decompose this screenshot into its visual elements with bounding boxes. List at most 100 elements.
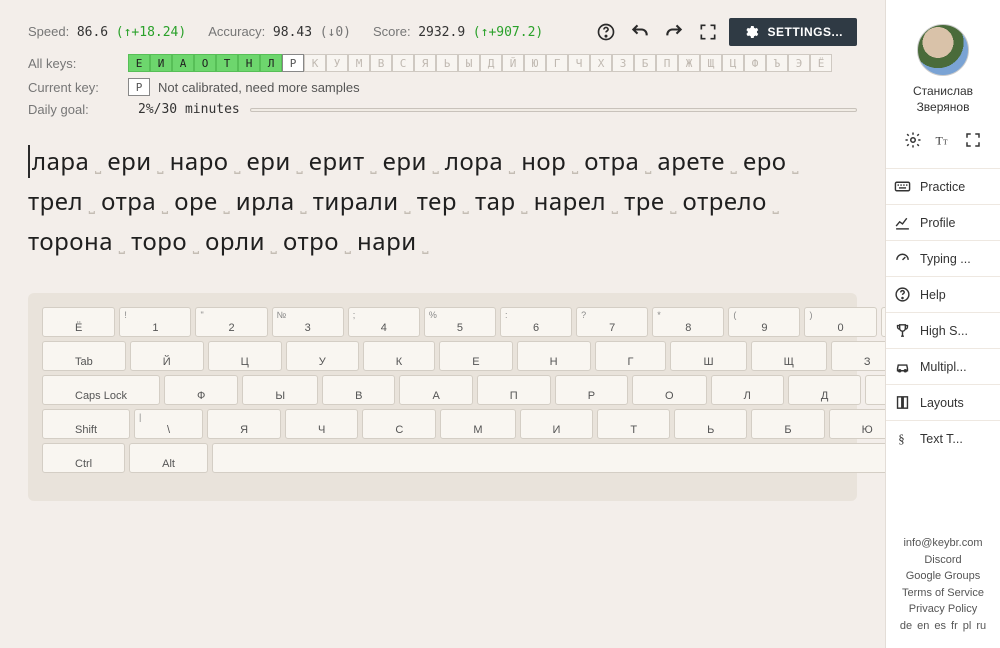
key: Д xyxy=(788,375,861,405)
key-Я[interactable]: Я xyxy=(414,54,436,72)
key: Е xyxy=(439,341,512,371)
score-metric: Score: 2932.9 (↑+907.2) xyxy=(373,24,543,40)
key: Ы xyxy=(242,375,318,405)
key: М xyxy=(440,409,515,439)
gear-icon xyxy=(743,24,759,40)
redo-icon[interactable] xyxy=(661,19,687,45)
key-Х[interactable]: Х xyxy=(590,54,612,72)
key: |\ xyxy=(134,409,203,439)
footer-email[interactable]: info@keybr.com xyxy=(900,535,986,552)
key-М[interactable]: М xyxy=(348,54,370,72)
key: И xyxy=(520,409,594,439)
key-Й[interactable]: Й xyxy=(502,54,524,72)
currentkey-box: Р xyxy=(128,78,150,96)
textsize-icon[interactable]: TT xyxy=(934,131,952,154)
dailygoal-progress xyxy=(250,108,857,112)
key: В xyxy=(322,375,395,405)
key-Ы[interactable]: Ы xyxy=(458,54,480,72)
key-Ь[interactable]: Ь xyxy=(436,54,458,72)
undo-icon[interactable] xyxy=(627,19,653,45)
key: Caps Lock xyxy=(42,375,160,405)
key-Ц[interactable]: Ц xyxy=(722,54,744,72)
fullscreen-icon[interactable] xyxy=(695,19,721,45)
key: А xyxy=(399,375,472,405)
settings-button[interactable]: SETTINGS... xyxy=(729,18,857,46)
key-К[interactable]: К xyxy=(304,54,326,72)
key: Ь xyxy=(674,409,747,439)
key: Tab xyxy=(42,341,126,371)
key: Б xyxy=(751,409,824,439)
key: Й xyxy=(130,341,204,371)
nav-car[interactable]: Multipl... xyxy=(886,348,1000,384)
accuracy-metric: Accuracy: 98.43 (↓0) xyxy=(208,24,351,40)
key-Ъ[interactable]: Ъ xyxy=(766,54,788,72)
key: Н xyxy=(517,341,591,371)
currentkey-message: Not calibrated, need more samples xyxy=(158,80,360,95)
key-Ж[interactable]: Ж xyxy=(678,54,700,72)
nav-trophy[interactable]: High S... xyxy=(886,312,1000,348)
nav-keyboard[interactable]: Practice xyxy=(886,168,1000,204)
key: "2 xyxy=(195,307,267,337)
speed-metric: Speed: 86.6 (↑+18.24) xyxy=(28,24,186,40)
virtual-keyboard: Ё!1"2№3;4%5:6?7*8(9)0_-+=BackspaceTabЙЦУ… xyxy=(28,293,857,501)
key-Ч[interactable]: Ч xyxy=(568,54,590,72)
key-А[interactable]: А xyxy=(172,54,194,72)
key: К xyxy=(363,341,435,371)
key-Е[interactable]: Е xyxy=(128,54,150,72)
key: Щ xyxy=(751,341,827,371)
key-Б[interactable]: Б xyxy=(634,54,656,72)
avatar[interactable] xyxy=(917,24,969,76)
key-И[interactable]: И xyxy=(150,54,172,72)
key-Г[interactable]: Г xyxy=(546,54,568,72)
key: Т xyxy=(597,409,670,439)
key-Ё[interactable]: Ё xyxy=(810,54,832,72)
svg-text:T: T xyxy=(943,138,948,147)
key: З xyxy=(831,341,885,371)
key-Э[interactable]: Э xyxy=(788,54,810,72)
nav-help[interactable]: Help xyxy=(886,276,1000,312)
key-Л[interactable]: Л xyxy=(260,54,282,72)
key: О xyxy=(632,375,707,405)
key: *8 xyxy=(652,307,724,337)
key-В[interactable]: В xyxy=(370,54,392,72)
key: Ш xyxy=(670,341,746,371)
key-Н[interactable]: Н xyxy=(238,54,260,72)
practice-text[interactable]: лараеринароериеритерилораноротрааретееро… xyxy=(28,143,857,263)
expand-icon[interactable] xyxy=(964,131,982,154)
key-Щ[interactable]: Щ xyxy=(700,54,722,72)
nav-chart[interactable]: Profile xyxy=(886,204,1000,240)
key: Ctrl xyxy=(42,443,125,473)
key-П[interactable]: П xyxy=(656,54,678,72)
nav-gauge[interactable]: Typing ... xyxy=(886,240,1000,276)
key-Д[interactable]: Д xyxy=(480,54,502,72)
key: Ж xyxy=(865,375,885,405)
key: Shift xyxy=(42,409,130,439)
svg-text:§: § xyxy=(898,432,904,446)
key: Ч xyxy=(285,409,358,439)
key: С xyxy=(362,409,436,439)
dailygoal-value: 2%/30 minutes xyxy=(138,102,240,117)
key: Г xyxy=(595,341,667,371)
key: Ё xyxy=(42,307,115,337)
key: )0 xyxy=(804,307,876,337)
key-Т[interactable]: Т xyxy=(216,54,238,72)
key: Alt xyxy=(129,443,208,473)
nav-section[interactable]: §Text T... xyxy=(886,420,1000,456)
key-Ф[interactable]: Ф xyxy=(744,54,766,72)
key-У[interactable]: У xyxy=(326,54,348,72)
key: П xyxy=(477,375,551,405)
key: Ф xyxy=(164,375,238,405)
nav-layout[interactable]: Layouts xyxy=(886,384,1000,420)
key-Ю[interactable]: Ю xyxy=(524,54,546,72)
help-icon[interactable] xyxy=(593,19,619,45)
gear-icon[interactable] xyxy=(904,131,922,154)
key: ;4 xyxy=(348,307,420,337)
key-З[interactable]: З xyxy=(612,54,634,72)
key-С[interactable]: С xyxy=(392,54,414,72)
key-Р[interactable]: Р xyxy=(282,54,304,72)
key: №3 xyxy=(272,307,344,337)
key-О[interactable]: О xyxy=(194,54,216,72)
key: Ц xyxy=(208,341,282,371)
key: !1 xyxy=(119,307,191,337)
key: (9 xyxy=(728,307,800,337)
